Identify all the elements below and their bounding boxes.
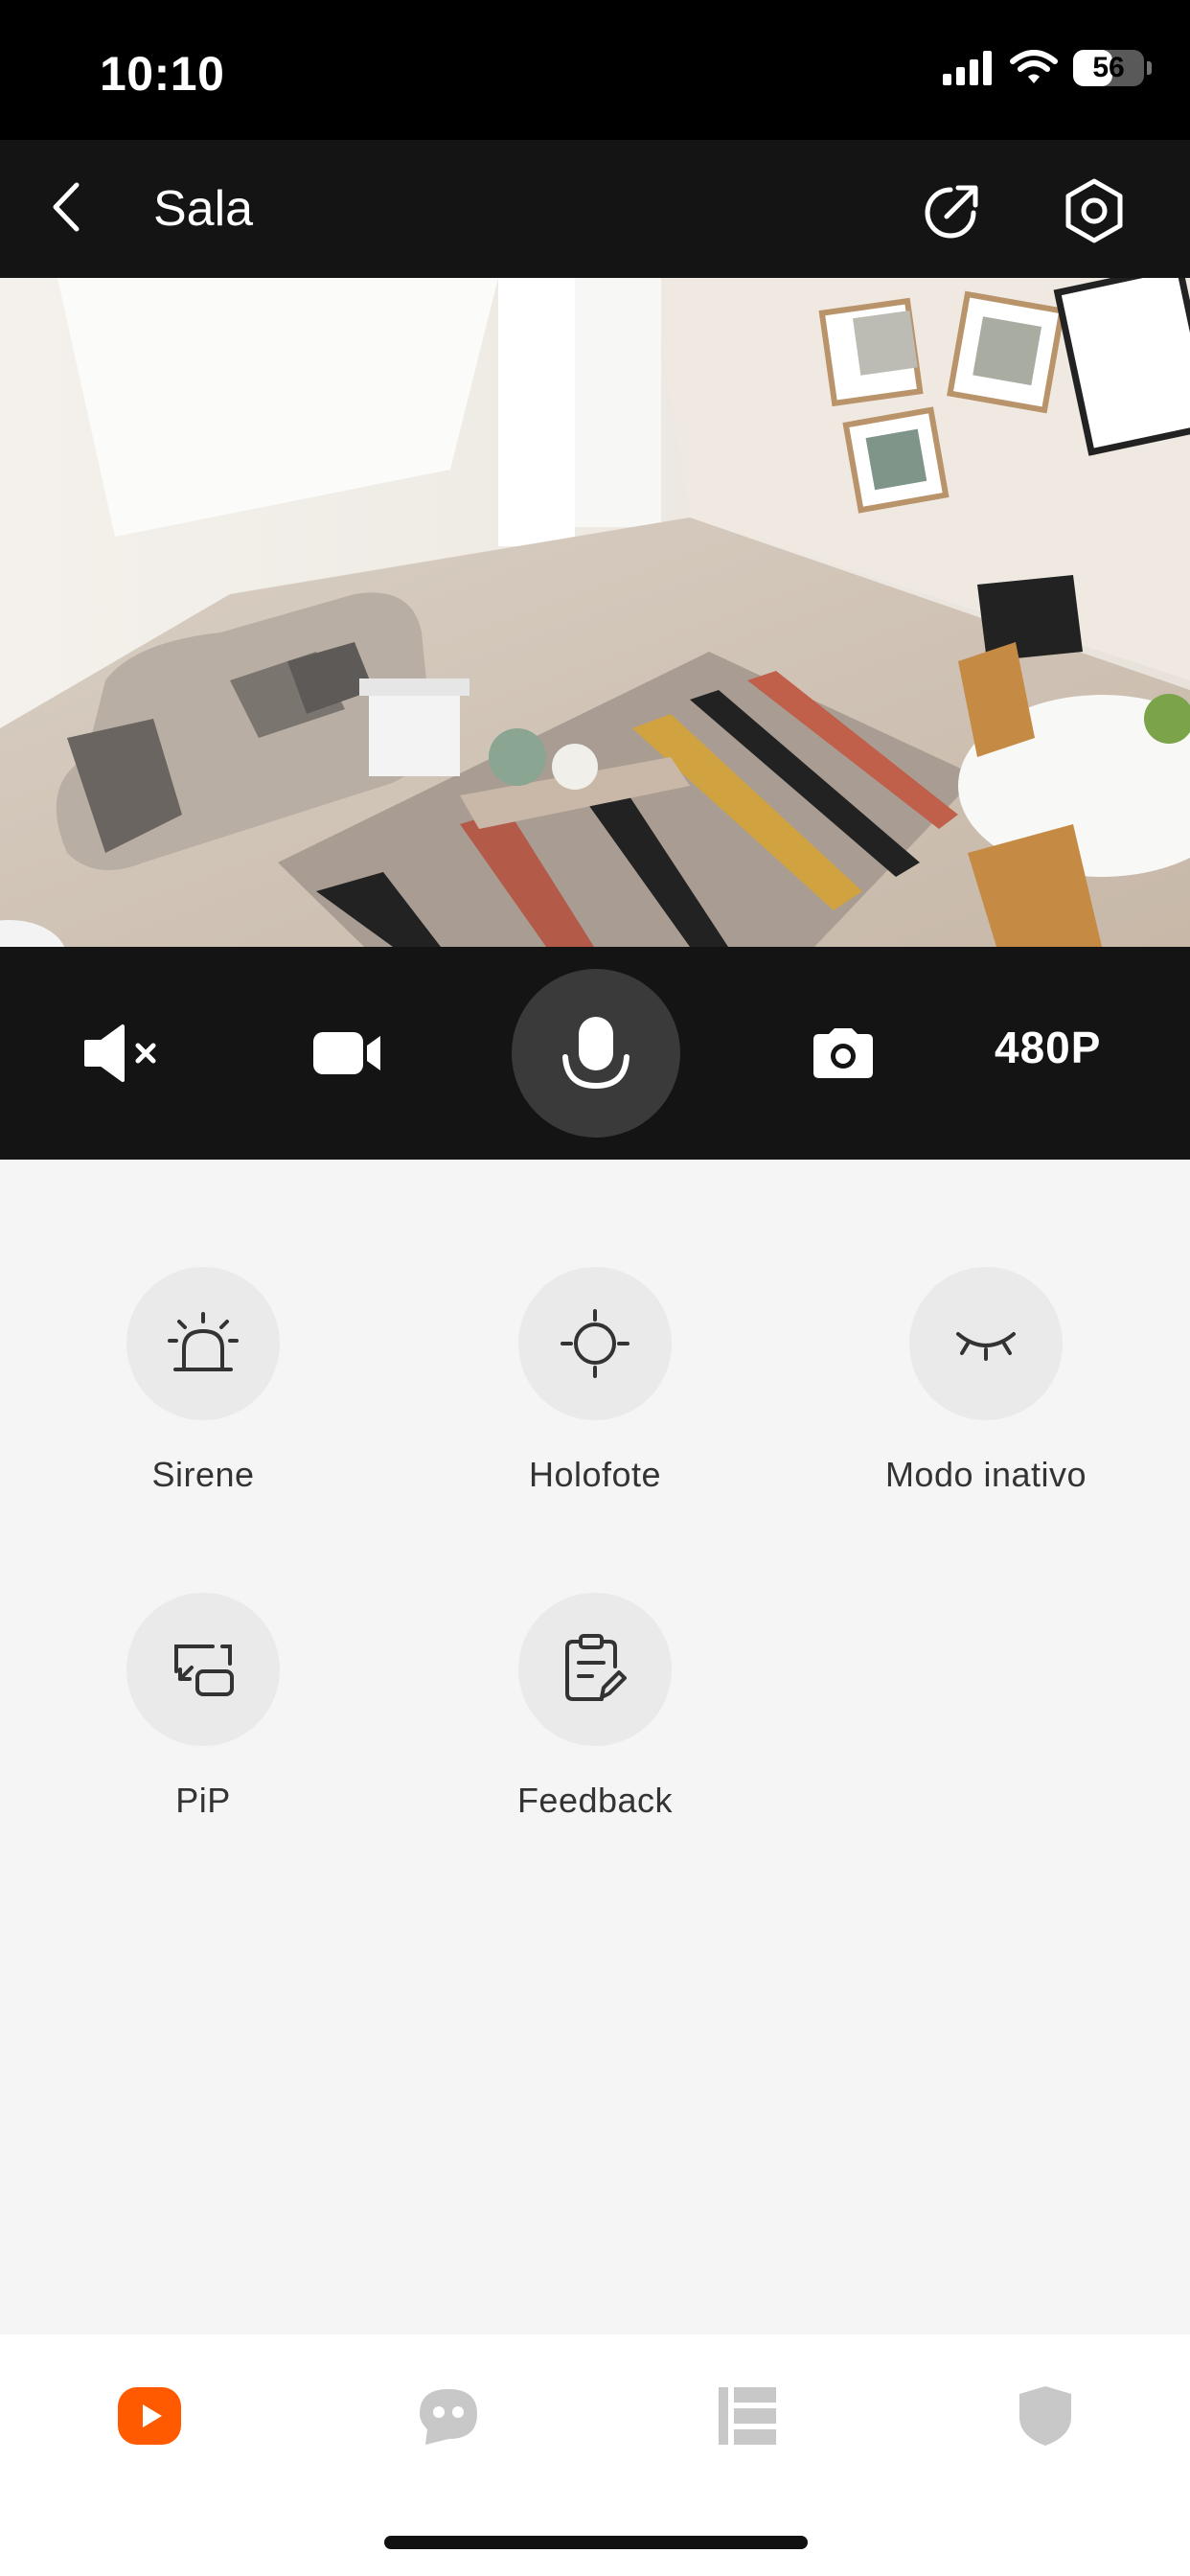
feature-feedback-label: Feedback [516, 1781, 674, 1820]
feature-sleep-mode-circle [909, 1267, 1063, 1420]
eye-closed-icon [956, 1332, 1016, 1361]
feature-pip-label: PiP [175, 1781, 231, 1820]
nav-bar: Sala [0, 140, 1190, 278]
snapshot-button[interactable] [795, 1005, 891, 1101]
tab-events[interactable] [690, 2373, 805, 2459]
feedback-icon [565, 1634, 627, 1701]
feature-spotlight-label: Holofote [528, 1455, 662, 1494]
page-title: Sala [153, 181, 254, 237]
cellular-signal-icon [943, 51, 992, 85]
speaker-mute-icon [84, 1024, 156, 1082]
status-icons: 56 [943, 50, 1152, 86]
feature-feedback-circle [518, 1593, 672, 1746]
share-icon [925, 185, 978, 239]
home-indicator [384, 2536, 808, 2549]
tab-messages[interactable] [391, 2373, 506, 2459]
feature-sleep-mode-label: Modo inativo [884, 1455, 1087, 1494]
chevron-left-icon [53, 182, 80, 232]
microphone-icon [562, 1017, 629, 1090]
back-button[interactable] [36, 176, 98, 238]
shield-icon [1019, 2386, 1071, 2446]
gear-icon [1065, 178, 1123, 243]
talk-button[interactable] [512, 969, 680, 1138]
record-button[interactable] [300, 1005, 396, 1101]
spotlight-icon [561, 1309, 629, 1378]
feature-sleep-mode[interactable]: Modo inativo [861, 1267, 1110, 1495]
message-icon [420, 2389, 477, 2445]
feature-siren-circle [126, 1267, 280, 1420]
feature-pip[interactable]: PiP [79, 1593, 328, 1821]
video-camera-icon [313, 1032, 380, 1074]
mute-button[interactable] [77, 1005, 172, 1101]
feature-spotlight-circle [518, 1267, 672, 1420]
camera-icon [813, 1028, 873, 1078]
list-icon [719, 2387, 776, 2445]
play-icon [118, 2387, 181, 2445]
siren-icon [168, 1312, 239, 1371]
control-bar: 480P [0, 947, 1190, 1160]
feature-siren[interactable]: Sirene [79, 1267, 328, 1495]
camera-feed-image [0, 278, 1190, 947]
wifi-icon [1010, 50, 1058, 83]
features-grid: Sirene Holofote Modo inativo PiP Feedbac… [0, 1160, 1190, 2334]
camera-feed[interactable] [0, 278, 1190, 947]
quality-button[interactable]: 480P [995, 1022, 1101, 1073]
tab-security[interactable] [988, 2373, 1103, 2459]
status-bar: 10:10 56 [0, 0, 1190, 140]
feature-pip-circle [126, 1593, 280, 1746]
status-time: 10:10 [100, 47, 225, 101]
share-button[interactable] [918, 178, 985, 245]
settings-button[interactable] [1060, 176, 1129, 245]
tab-live[interactable] [92, 2373, 207, 2459]
feature-siren-label: Sirene [151, 1455, 255, 1494]
pip-icon [174, 1644, 234, 1696]
feature-spotlight[interactable]: Holofote [470, 1267, 720, 1495]
battery-icon: 56 [1073, 50, 1152, 86]
battery-level: 56 [1092, 52, 1125, 83]
tab-bar [0, 2334, 1190, 2576]
feature-feedback[interactable]: Feedback [470, 1593, 720, 1821]
